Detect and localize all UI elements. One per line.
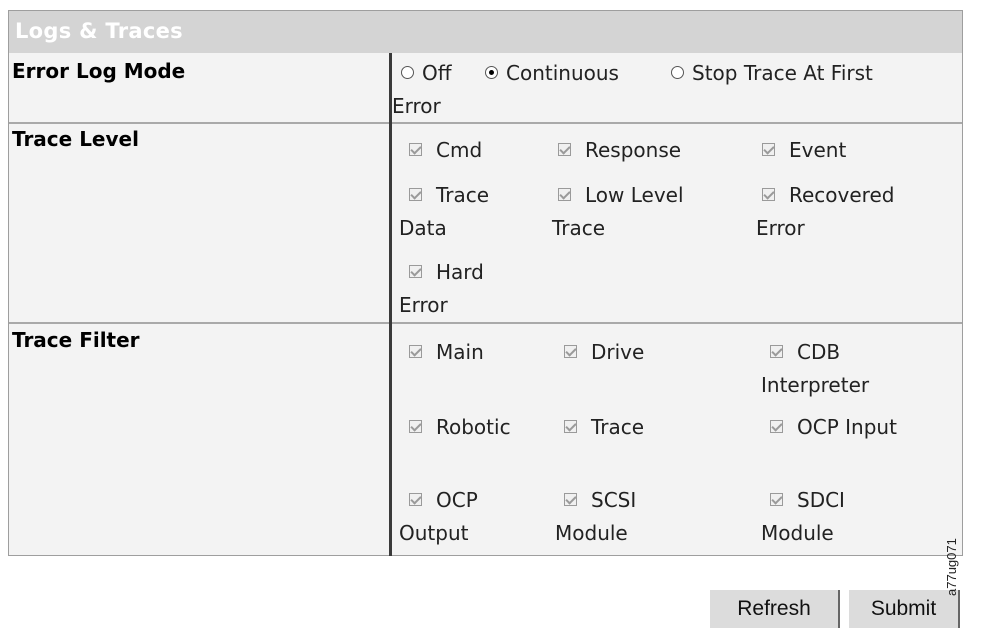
checkbox-label: Trace — [591, 415, 645, 439]
row-divider — [9, 322, 962, 324]
refresh-button[interactable]: Refresh — [710, 590, 840, 628]
checkbox-label: OCP Input — [797, 415, 897, 439]
checkbox[interactable] — [409, 143, 422, 156]
checkbox-cdb-interpreter[interactable]: CDB Interpreter — [761, 336, 869, 402]
checkbox-label-line2: Error — [399, 293, 448, 317]
radio-off[interactable]: Off — [401, 57, 452, 90]
panel-header: Logs & Traces — [9, 11, 962, 53]
checkbox-label-line2: Data — [399, 216, 447, 240]
checkbox[interactable] — [762, 143, 775, 156]
checkbox-label: Low Level — [585, 183, 684, 207]
checkbox-label: Robotic — [436, 415, 511, 439]
row-divider — [9, 122, 962, 124]
checkbox[interactable] — [409, 345, 422, 358]
radio-button-selected[interactable] — [485, 66, 498, 79]
radio-stop-trace[interactable]: Stop Trace At First — [671, 57, 873, 90]
checkbox-scsi-module[interactable]: SCSI Module — [555, 484, 636, 550]
checkbox-low-level-trace[interactable]: Low Level Trace — [552, 179, 684, 245]
checkbox-recovered-error[interactable]: Recovered Error — [756, 179, 894, 245]
figure-id: a77ug071 — [944, 538, 959, 596]
checkbox-sdci-module[interactable]: SDCI Module — [761, 484, 845, 550]
checkbox[interactable] — [409, 493, 422, 506]
checkbox-label: Response — [585, 138, 682, 162]
checkbox-label: SCSI — [591, 488, 637, 512]
trace-level-label: Trace Level — [12, 127, 139, 151]
radio-continuous[interactable]: Continuous — [485, 57, 619, 90]
checkbox-label: Recovered — [789, 183, 895, 207]
error-log-mode-label: Error Log Mode — [12, 59, 186, 83]
checkbox-label: Main — [436, 340, 484, 364]
checkbox-event[interactable]: Event — [762, 134, 846, 167]
checkbox-ocp-output[interactable]: OCP Output — [399, 484, 478, 550]
checkbox-label: SDCI — [797, 488, 845, 512]
checkbox-label: Hard — [436, 260, 484, 284]
checkbox[interactable] — [770, 420, 783, 433]
radio-continuous-label: Continuous — [506, 61, 619, 85]
checkbox-label: Drive — [591, 340, 645, 364]
checkbox-response[interactable]: Response — [558, 134, 681, 167]
checkbox[interactable] — [564, 345, 577, 358]
panel-title: Logs & Traces — [15, 19, 183, 43]
checkbox-hard-error[interactable]: Hard Error — [399, 256, 484, 322]
checkbox-main[interactable]: Main — [409, 336, 484, 369]
radio-stop-trace-label: Stop Trace At First — [692, 61, 873, 85]
checkbox[interactable] — [770, 493, 783, 506]
checkbox[interactable] — [409, 188, 422, 201]
checkbox-label: Cmd — [436, 138, 483, 162]
radio-button[interactable] — [671, 66, 684, 79]
checkbox-drive[interactable]: Drive — [564, 336, 644, 369]
radio-off-label: Off — [422, 61, 452, 85]
checkbox-trace-data[interactable]: Trace Data — [399, 179, 489, 245]
checkbox-label-line2: Trace — [552, 216, 606, 240]
checkbox-trace[interactable]: Trace — [564, 411, 644, 444]
checkbox-label-line2: Error — [756, 216, 805, 240]
column-divider — [389, 53, 392, 556]
checkbox-label: Trace — [436, 183, 490, 207]
checkbox[interactable] — [564, 493, 577, 506]
checkbox-label: OCP — [436, 488, 478, 512]
checkbox[interactable] — [762, 188, 775, 201]
trace-filter-label: Trace Filter — [12, 328, 140, 352]
checkbox[interactable] — [409, 265, 422, 278]
checkbox[interactable] — [564, 420, 577, 433]
checkbox-label: Event — [789, 138, 847, 162]
logs-traces-panel: Logs & Traces Error Log Mode Off Continu… — [8, 10, 963, 556]
checkbox-robotic[interactable]: Robotic — [409, 411, 511, 444]
checkbox-label-line2: Module — [555, 521, 628, 545]
checkbox-label-line2: Output — [399, 521, 469, 545]
checkbox-label-line2: Interpreter — [761, 373, 870, 397]
checkbox[interactable] — [558, 188, 571, 201]
radio-stop-trace-label-wrap: Error — [392, 94, 441, 118]
checkbox[interactable] — [770, 345, 783, 358]
checkbox[interactable] — [558, 143, 571, 156]
radio-button[interactable] — [401, 66, 414, 79]
checkbox-label-line2: Module — [761, 521, 834, 545]
checkbox-cmd[interactable]: Cmd — [409, 134, 482, 167]
checkbox[interactable] — [409, 420, 422, 433]
checkbox-ocp-input[interactable]: OCP Input — [770, 411, 897, 444]
checkbox-label: CDB — [797, 340, 841, 364]
